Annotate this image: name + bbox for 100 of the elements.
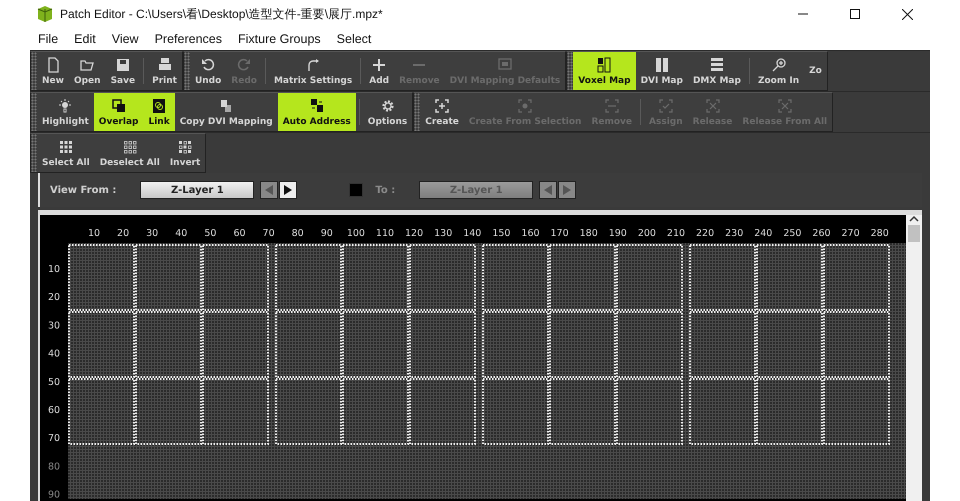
fixture-outline[interactable] — [202, 244, 269, 311]
fixture-outline[interactable] — [202, 311, 269, 378]
fixture-outline[interactable] — [823, 378, 890, 445]
toolbar-button[interactable]: DVI Map — [636, 52, 688, 90]
axis-label: 40 — [48, 348, 60, 360]
fixture-outline[interactable] — [616, 378, 683, 445]
menu-item[interactable]: File — [30, 32, 66, 46]
layer-dropdown[interactable]: Z-Layer 1 — [140, 181, 254, 199]
toolbar-grip[interactable] — [31, 134, 37, 172]
previous-button[interactable] — [260, 181, 278, 199]
maximize-icon[interactable] — [850, 9, 860, 19]
fixture-outline[interactable] — [68, 311, 135, 378]
fixture-outline[interactable] — [823, 311, 890, 378]
list-icon — [708, 56, 725, 72]
fixture-outline[interactable] — [342, 378, 409, 445]
previous-button[interactable] — [539, 181, 558, 199]
toolbar-button[interactable]: Invert — [164, 134, 206, 172]
plus-frame-icon — [434, 98, 450, 114]
toolbar-button[interactable]: Zoom In — [752, 52, 804, 90]
fixture-outline[interactable] — [482, 311, 549, 378]
axis-label: 10 — [88, 228, 100, 239]
columns-icon — [654, 56, 670, 72]
minus-icon — [411, 64, 428, 66]
toolbar-grip[interactable] — [567, 52, 574, 90]
fixture-outline[interactable] — [549, 244, 616, 311]
toolbar-button[interactable]: Auto Address — [278, 93, 356, 131]
axis-label: 20 — [117, 228, 130, 239]
axis-label: 100 — [346, 228, 365, 239]
fixture-outline[interactable] — [756, 378, 823, 445]
dot-grid-icon — [122, 138, 138, 154]
fixture-outline[interactable] — [549, 311, 616, 378]
fixture-outline[interactable] — [68, 378, 135, 445]
fixture-outline[interactable] — [342, 244, 409, 311]
voxel-grid[interactable] — [68, 243, 906, 499]
scrollbar[interactable] — [906, 215, 922, 501]
fixture-outline[interactable] — [275, 244, 342, 311]
fixture-outline[interactable] — [689, 244, 756, 311]
link-icon — [151, 98, 168, 114]
toolbar-button[interactable]: Zo — [804, 52, 827, 90]
axis-label: 90 — [48, 490, 60, 499]
fixture-outline[interactable] — [616, 244, 683, 311]
menu-item[interactable]: Fixture Groups — [230, 32, 329, 46]
fixture-outline[interactable] — [409, 311, 476, 378]
toolbar-grip[interactable] — [31, 93, 37, 131]
toolbar-button[interactable]: Matrix Settings — [268, 52, 358, 90]
fixture-outline[interactable] — [756, 311, 823, 378]
axis-label: 80 — [48, 461, 60, 472]
grid-icon — [596, 56, 612, 72]
toolbar-button[interactable]: Create — [420, 93, 464, 131]
checkbox[interactable] — [349, 183, 364, 197]
toolbar-button[interactable]: Deselect All — [94, 134, 165, 172]
menu-item[interactable]: Preferences — [146, 32, 230, 46]
close-icon[interactable] — [902, 8, 912, 20]
fixture-outline[interactable] — [823, 244, 890, 311]
menu-item[interactable]: Select — [328, 32, 380, 46]
fixture-outline[interactable] — [616, 311, 683, 378]
fixture-outline[interactable] — [202, 378, 269, 445]
toolbar-button[interactable]: Voxel Map — [573, 52, 636, 90]
fixture-outline[interactable] — [135, 378, 202, 445]
dot-grid-icon — [177, 138, 194, 154]
menu-item[interactable]: Edit — [66, 32, 104, 46]
toolbar-grip[interactable] — [31, 52, 37, 90]
toolbar-button[interactable]: Copy DVI Mapping — [174, 93, 278, 131]
fixture-outline[interactable] — [135, 244, 202, 311]
toolbar-grip[interactable] — [414, 93, 420, 131]
toolbar-button[interactable]: Print — [147, 52, 182, 90]
fixture-outline[interactable] — [689, 378, 756, 445]
fixture-outline[interactable] — [135, 311, 202, 378]
fixture-outline[interactable] — [275, 311, 342, 378]
toolbar-button[interactable]: Select All — [37, 134, 95, 172]
x-frame-icon — [704, 98, 721, 114]
toolbar-button[interactable]: Overlap — [94, 93, 144, 131]
fixture-outline[interactable] — [482, 244, 549, 311]
toolbar-grip[interactable] — [184, 52, 190, 90]
scrollbar-thumb[interactable] — [908, 225, 920, 242]
view-from-label: View From : — [50, 184, 116, 196]
fixture-outline[interactable] — [409, 378, 476, 445]
fixture-outline[interactable] — [549, 378, 616, 445]
toolbar-button[interactable]: Highlight — [37, 93, 94, 131]
toolbar-button[interactable]: Add — [364, 52, 394, 90]
toolbar-button[interactable]: Open — [68, 52, 106, 90]
toolbar-button[interactable]: DMX Map — [688, 52, 746, 90]
x-frame-icon — [776, 98, 793, 114]
fixture-outline[interactable] — [342, 311, 409, 378]
toolbar-button[interactable]: Options — [362, 93, 412, 131]
to-label: To : — [375, 184, 396, 196]
fixture-outline[interactable] — [482, 378, 549, 445]
fixture-outline[interactable] — [68, 244, 135, 311]
toolbar-button[interactable]: Undo — [190, 52, 226, 90]
fixture-outline[interactable] — [756, 244, 823, 311]
menu-item[interactable]: View — [104, 32, 147, 46]
right-triangle-icon — [563, 185, 572, 195]
toolbar-button[interactable]: New — [37, 52, 69, 90]
fixture-outline[interactable] — [275, 378, 342, 445]
toolbar-button[interactable]: Link — [143, 93, 175, 131]
fixture-outline[interactable] — [689, 311, 756, 378]
toolbar-button[interactable]: Save — [106, 52, 140, 90]
next-button[interactable] — [279, 181, 298, 199]
app-logo-icon — [36, 5, 54, 23]
fixture-outline[interactable] — [409, 244, 476, 311]
